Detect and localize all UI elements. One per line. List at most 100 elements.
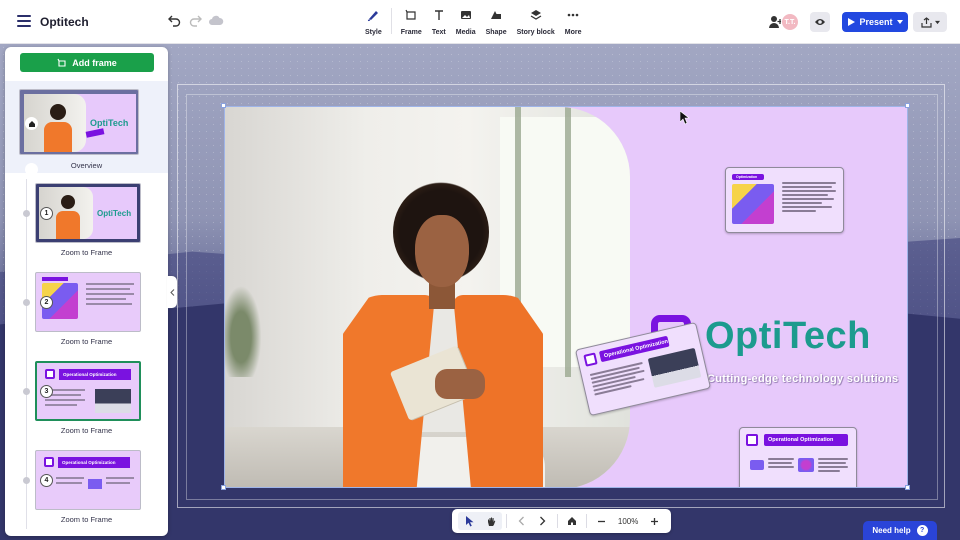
tool-text[interactable]: Text [427,8,451,36]
overview-label: Overview [70,161,103,170]
thumb-text-line [45,404,77,406]
tool-more[interactable]: More [560,8,587,36]
pointer-mode-group [458,512,502,530]
text-icon [434,10,443,20]
tool-story-block[interactable]: Story block [512,8,560,36]
chevron-left-icon [518,516,524,526]
photo-face [415,215,469,287]
card-text-line [782,194,828,196]
tool-style[interactable]: Style [360,8,387,36]
need-help-label: Need help [872,526,911,535]
card-title: Optimization [732,174,764,180]
thumb-text-line [106,477,134,479]
frame-card-optimization[interactable]: Optimization [725,167,844,233]
thumb-logo-text: OptiTech [97,209,132,218]
timeline-dot [23,388,30,395]
thumb-illustration [88,479,102,489]
title-frame[interactable]: OptiTech Cutting-edge technology solutio… [224,106,908,488]
need-help-button[interactable]: Need help ? [863,521,937,540]
card-text-line [782,210,816,212]
card-text-line [782,190,836,192]
frame-number-badge: 2 [40,296,53,309]
cloud-save-icon [209,15,224,25]
frames-panel: Add frame OptiTech Overview OptiTech 1 Z… [5,47,168,536]
card-text-line [818,462,846,464]
thumb-text-line [86,303,132,305]
card-text-line [818,466,848,468]
timeline-dot [23,299,30,306]
previous-frame-button[interactable] [511,512,532,530]
thumb-blazer [56,211,80,239]
redo-icon[interactable] [188,13,204,29]
tool-shape[interactable]: Shape [481,8,512,36]
photo-plant [225,277,265,377]
card-illustration [750,460,764,470]
card-text-line [818,470,840,472]
present-button[interactable]: Present [842,12,908,32]
select-tool-button[interactable] [458,512,480,530]
tool-label: Frame [400,29,422,36]
chevron-down-icon [896,20,903,24]
frame-icon [405,9,416,20]
frame-card-operational[interactable]: Operational Optimization [739,427,857,487]
thumb-text-line [45,399,85,401]
home-icon [567,517,576,525]
chevron-left-icon [169,288,174,296]
resize-handle[interactable] [221,103,226,108]
share-button[interactable] [913,12,947,32]
zoom-in-button[interactable] [644,512,665,530]
frame-number-badge: 3 [40,385,53,398]
pointer-icon [465,515,473,526]
card-logo-square [746,434,758,446]
document-title[interactable]: Optitech [40,15,89,29]
tool-frame[interactable]: Frame [396,8,427,36]
frame-number-badge: 4 [40,474,53,487]
home-button[interactable] [562,512,583,530]
thumb-text-line [56,477,84,479]
resize-handle[interactable] [221,485,226,490]
plus-icon [651,517,659,525]
thumb-title-bar: Operational Optimization [59,369,131,380]
toolbar-divider [390,8,392,34]
hand-tool-button[interactable] [480,512,502,530]
layers-icon [530,10,542,20]
card-logo-square [583,352,598,367]
hero-photo[interactable] [225,107,630,487]
thumb-text-line [86,293,134,295]
avatar[interactable]: T.T. [781,13,799,31]
thumb-text-line [56,482,82,484]
zoom-out-button[interactable] [591,512,612,530]
resize-handle[interactable] [905,485,910,490]
menu-icon[interactable] [17,15,31,27]
undo-icon[interactable] [166,13,182,29]
zoom-level[interactable]: 100% [612,517,644,526]
share-icon [920,16,932,28]
logo-text[interactable]: OptiTech [705,315,871,358]
resize-handle[interactable] [905,103,910,108]
next-frame-button[interactable] [532,512,553,530]
chevron-right-icon [539,516,546,526]
frame-label: Zoom to Frame [60,248,113,257]
thumb-slide: OptiTech [39,187,137,239]
tool-media[interactable]: Media [451,8,481,36]
top-bar: Optitech Style Frame Text Media Shape St… [0,0,960,44]
hand-icon [487,517,495,526]
toolbar-divider [586,514,588,528]
tagline[interactable]: Cutting-edge technology solutions [707,373,898,385]
timeline-dot [23,210,30,217]
add-frame-button[interactable]: Add frame [20,53,154,72]
home-badge [25,117,38,130]
tool-label: Style [365,29,382,36]
card-text-line [782,182,836,184]
card-text-line [782,206,832,208]
image-icon [460,11,471,19]
card-text-line [768,466,794,468]
thumb-title-bar [42,277,68,281]
thumb-text-line [86,283,134,285]
bottom-toolbar: 100% [452,509,671,533]
thumb-hair [50,104,66,120]
thumb-logo-text: OptiTech [90,118,129,128]
preview-button[interactable] [810,12,830,32]
card-text-line [768,462,792,464]
collapse-panel-button[interactable] [167,276,177,308]
